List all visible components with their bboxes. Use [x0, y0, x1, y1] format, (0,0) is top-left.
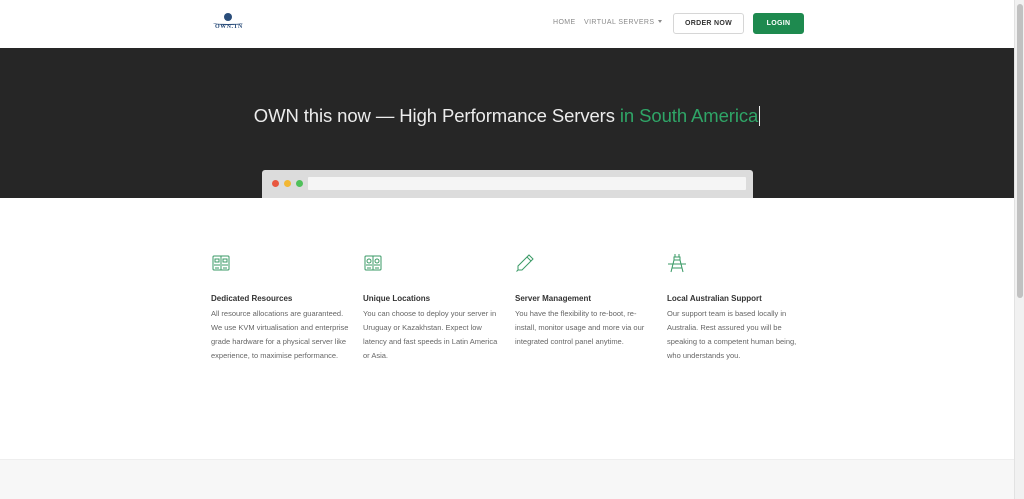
window-maximize-dot-icon	[296, 180, 303, 187]
feature-title: Local Australian Support	[667, 294, 762, 303]
feature-text: All resource allocations are guaranteed.…	[211, 309, 349, 360]
site-logo[interactable]: OWN.TN	[211, 13, 245, 33]
logo-text: OWN.TN	[215, 24, 243, 30]
support-tower-icon	[668, 254, 686, 273]
scrollbar-thumb[interactable]	[1017, 4, 1023, 298]
feature-unique-locations: Unique Locations You can choose to deplo…	[363, 253, 503, 363]
feature-title: Server Management	[515, 294, 592, 303]
window-minimize-dot-icon	[284, 180, 291, 187]
feature-title: Unique Locations	[363, 294, 431, 303]
feature-text: You have the flexibility to re-boot, re-…	[515, 309, 645, 346]
page-scrollbar[interactable]	[1014, 0, 1024, 499]
next-section	[0, 459, 1014, 499]
typing-cursor	[759, 106, 761, 127]
globe-icon	[224, 13, 232, 21]
feature-dedicated-resources: Dedicated Resources All resource allocat…	[211, 253, 351, 363]
caret-down-icon	[658, 19, 663, 23]
feature-local-support: Local Australian Support Our support tea…	[667, 253, 807, 363]
hero-title: OWN this now — High Performance Servers …	[0, 105, 1014, 127]
feature-server-management: Server Management You have the flexibili…	[515, 253, 655, 349]
hero-section: OWN this now — High Performance Servers …	[0, 48, 1014, 198]
nav-virtual-servers-dropdown[interactable]: VIRTUAL SERVERS	[584, 19, 663, 26]
window-close-dot-icon	[272, 180, 279, 187]
browser-mockup	[262, 170, 753, 198]
pencil-icon	[516, 254, 534, 272]
feature-title: Dedicated Resources	[211, 294, 293, 303]
hero-title-highlight: in South America	[619, 105, 759, 126]
site-header: OWN.TN HOME VIRTUAL SERVERS ORDER NOW LO…	[0, 0, 1014, 48]
order-now-button[interactable]: ORDER NOW	[673, 13, 744, 34]
nav-virtual-servers-label: VIRTUAL SERVERS	[584, 19, 655, 26]
location-rack-icon	[364, 255, 382, 271]
hero-title-main: OWN this now — High Performance Servers	[253, 105, 615, 126]
feature-text: You can choose to deploy your server in …	[363, 309, 498, 360]
nav-home-link[interactable]: HOME	[553, 19, 576, 26]
login-button[interactable]: LOGIN	[753, 13, 804, 34]
page: OWN.TN HOME VIRTUAL SERVERS ORDER NOW LO…	[0, 0, 1014, 499]
browser-address-bar	[308, 177, 746, 190]
feature-text: Our support team is based locally in Aus…	[667, 309, 797, 360]
server-rack-icon	[212, 255, 230, 271]
